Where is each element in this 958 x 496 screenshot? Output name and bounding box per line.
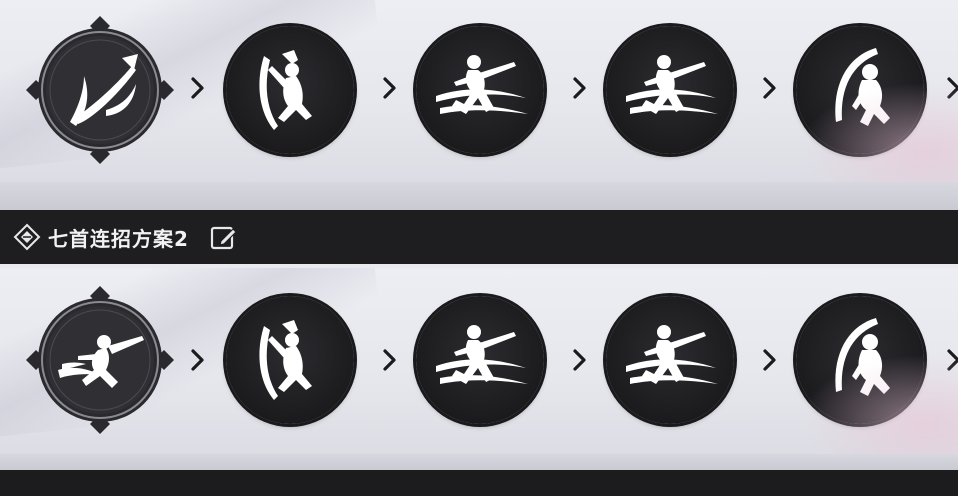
divider <box>0 454 958 470</box>
chevron-right-icon <box>190 76 206 100</box>
leaping-slash-icon <box>606 26 734 154</box>
leaping-slash-icon <box>606 296 734 424</box>
chevron-right-icon <box>572 348 588 372</box>
chevron-right-icon <box>946 348 958 372</box>
rising-crescent-icon <box>796 26 924 154</box>
row2-skill-4[interactable] <box>796 296 924 424</box>
chevron-right-icon <box>382 348 398 372</box>
diamond-emblem-icon <box>13 223 41 251</box>
chevron-right-icon <box>762 76 778 100</box>
row1-skill-1[interactable] <box>226 26 354 154</box>
combo-row-1 <box>0 0 958 182</box>
row1-skill-3[interactable] <box>606 26 734 154</box>
chevron-right-icon <box>572 76 588 100</box>
row1-skill-4[interactable] <box>796 26 924 154</box>
row2-skill-2[interactable] <box>416 296 544 424</box>
plan-header: 七首连招方案2 <box>0 210 958 264</box>
leaping-slash-icon <box>416 296 544 424</box>
crouching-slash-icon <box>226 296 354 424</box>
chevron-right-icon <box>382 76 398 100</box>
chevron-right-icon <box>190 348 206 372</box>
rising-crescent-icon <box>796 296 924 424</box>
combo-row-2 <box>0 268 958 454</box>
divider <box>0 182 958 210</box>
next-plan-header <box>0 470 958 496</box>
row1-start-skill[interactable] <box>24 14 176 166</box>
plan-title: 七首连招方案2 <box>48 226 189 251</box>
row2-skill-3[interactable] <box>606 296 734 424</box>
row1-skill-2[interactable] <box>416 26 544 154</box>
chevron-right-icon <box>946 76 958 100</box>
leaping-slash-icon <box>416 26 544 154</box>
row2-start-skill[interactable] <box>24 284 176 436</box>
edit-icon[interactable] <box>207 221 239 253</box>
chevron-right-icon <box>762 348 778 372</box>
crouching-slash-icon <box>226 26 354 154</box>
row2-skill-1[interactable] <box>226 296 354 424</box>
